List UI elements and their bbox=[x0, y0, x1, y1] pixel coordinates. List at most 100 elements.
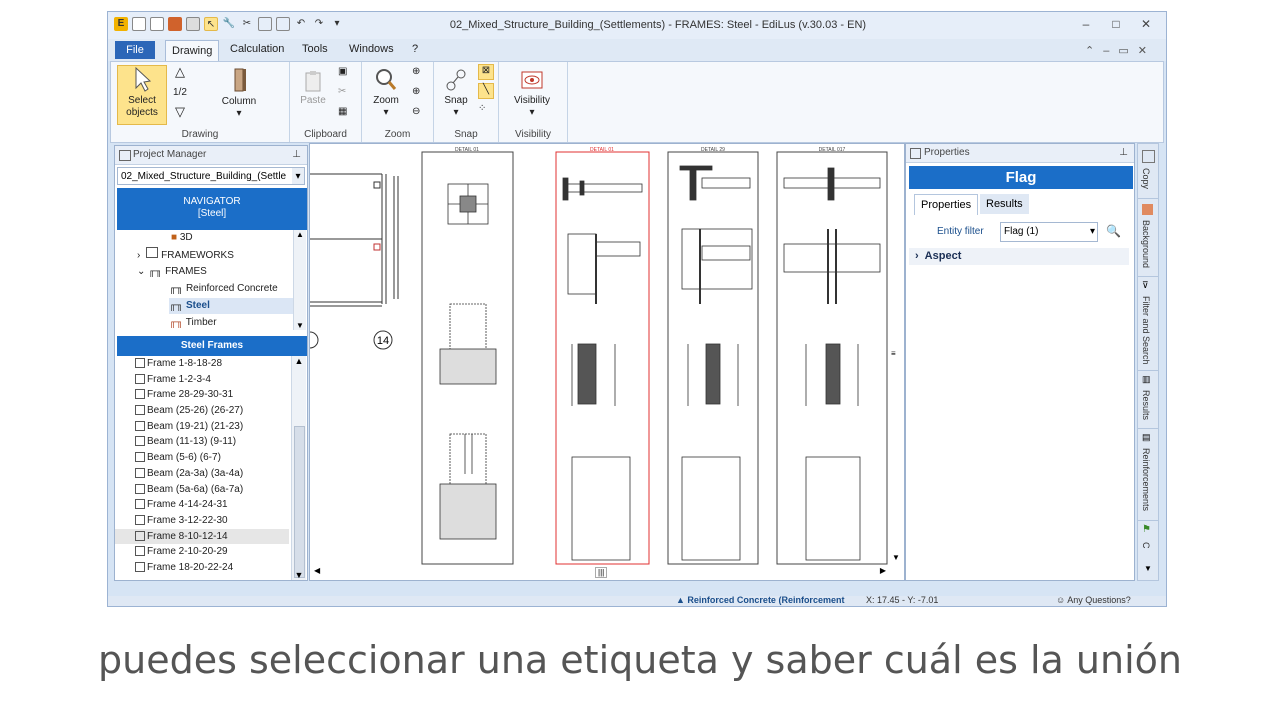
triangle-up-icon[interactable]: △ bbox=[175, 65, 185, 78]
entity-filter-select[interactable]: Flag (1) ▾ bbox=[1000, 222, 1098, 242]
tab-windows[interactable]: Windows bbox=[349, 43, 394, 55]
snap-dots-icon[interactable]: ⁘ bbox=[478, 103, 486, 115]
select-objects-button[interactable]: Select objects bbox=[117, 65, 167, 125]
help-link[interactable]: ☺ Any Questions? bbox=[1056, 595, 1131, 605]
tree-item-reinforced-concrete[interactable]: ╓╖ Reinforced Concrete bbox=[169, 281, 278, 297]
tree-item-timber[interactable]: ╓╖ Timber bbox=[169, 315, 217, 331]
close-button[interactable]: ✕ bbox=[1134, 17, 1158, 31]
pin-icon[interactable]: ⊥ bbox=[1119, 144, 1128, 162]
canvas-horizontal-scrollbar[interactable]: ◀ ||| ▶ bbox=[310, 566, 890, 580]
tree-item-frames[interactable]: ⌄ ╓╖ FRAMES bbox=[137, 264, 207, 280]
results-panel-tab[interactable]: ▥ Results bbox=[1138, 372, 1158, 429]
frame-list-item[interactable]: Frame 4-14-24-31 bbox=[115, 497, 289, 513]
extra-panel-tab[interactable]: ⚑ C ▼ bbox=[1138, 522, 1158, 578]
frame-list-item[interactable]: Beam (5-6) (6-7) bbox=[115, 450, 289, 466]
detail-sheet-2[interactable]: DETAIL 01 bbox=[555, 147, 650, 565]
tab-properties[interactable]: Properties bbox=[914, 194, 979, 215]
project-manager-title: Project Manager bbox=[133, 149, 207, 160]
navigator-header: NAVIGATOR [Steel] bbox=[117, 188, 307, 230]
reinforcements-panel-tab[interactable]: ▤ Reinforcements bbox=[1138, 430, 1158, 521]
search-icon[interactable]: 🔍 bbox=[1106, 224, 1121, 238]
cut-small-icon[interactable]: ✂ bbox=[338, 86, 346, 98]
aspect-section[interactable]: › Aspect bbox=[909, 248, 1129, 265]
tab-calculation[interactable]: Calculation bbox=[230, 43, 284, 55]
tab-tools[interactable]: Tools bbox=[302, 43, 328, 55]
filter-search-panel-tab[interactable]: ⊽ Filter and Search bbox=[1138, 278, 1158, 371]
detail-sheet-1[interactable]: DETAIL 01 bbox=[421, 147, 514, 565]
status-bar: ▲ Reinforced Concrete (Reinforcement X: … bbox=[108, 595, 1166, 606]
open-file-icon[interactable] bbox=[150, 17, 164, 31]
frame-list-item[interactable]: Beam (2a-3a) (3a-4a) bbox=[115, 466, 289, 482]
zoom-out-icon[interactable]: ⊖ bbox=[412, 106, 420, 118]
chevron-down-icon[interactable]: ▾ bbox=[292, 168, 304, 184]
save-icon[interactable] bbox=[168, 17, 182, 31]
zoom-button[interactable]: Zoom ▾ bbox=[370, 68, 402, 119]
undo-icon[interactable]: ↶ bbox=[294, 17, 308, 31]
sheet-3-title: DETAIL 29 bbox=[701, 147, 725, 153]
background-panel-tab[interactable]: Background bbox=[1138, 200, 1158, 277]
redo-icon[interactable]: ↷ bbox=[312, 17, 326, 31]
frame-list-item[interactable]: Beam (5a-6a) (6a-7a) bbox=[115, 482, 289, 498]
navigator-title: NAVIGATOR bbox=[183, 196, 241, 207]
copy-panel-tab[interactable]: Copy bbox=[1138, 146, 1158, 199]
tree-item-steel[interactable]: ╓╖ Steel bbox=[169, 298, 293, 314]
mdi-controls[interactable]: ⌃–▭✕ bbox=[1085, 44, 1156, 57]
clip-small-icon[interactable]: ▦ bbox=[338, 106, 347, 118]
print-icon[interactable] bbox=[186, 17, 200, 31]
snap-grid-icon[interactable]: ⊠ bbox=[478, 64, 494, 80]
frame-list-item[interactable]: Beam (25-26) (26-27) bbox=[115, 403, 289, 419]
frame-list-item[interactable]: Frame 2-10-20-29 bbox=[115, 544, 289, 560]
qat-dropdown-icon[interactable]: ▾ bbox=[330, 17, 344, 31]
frame-icon bbox=[135, 514, 145, 525]
app-logo-icon[interactable]: E bbox=[114, 17, 128, 31]
chevron-right-icon: › bbox=[915, 250, 919, 262]
scroll-down-icon[interactable]: ▼ bbox=[1144, 564, 1152, 573]
frames-scrollbar[interactable]: ▲ ▼ bbox=[291, 356, 306, 580]
background-icon bbox=[1142, 204, 1153, 215]
triangle-down-icon[interactable]: ▽ bbox=[175, 105, 185, 118]
zoom-in-icon[interactable]: ⊕ bbox=[412, 66, 420, 78]
copy-small-icon[interactable]: ▣ bbox=[338, 66, 347, 78]
fraction-button[interactable]: 1/2 bbox=[173, 87, 187, 99]
ribbon-group-visibility: Visibility ▾ Visibility bbox=[499, 62, 568, 142]
frame-list-item[interactable]: Frame 8-10-12-14 bbox=[115, 528, 289, 545]
maximize-button[interactable]: □ bbox=[1104, 17, 1128, 31]
new-file-icon[interactable] bbox=[132, 17, 146, 31]
detail-sheet-4[interactable]: DETAIL 017 bbox=[776, 147, 888, 565]
tab-help[interactable]: ? bbox=[412, 43, 418, 55]
tab-results[interactable]: Results bbox=[980, 194, 1029, 214]
frame-list-item[interactable]: Frame 1-2-3-4 bbox=[115, 372, 289, 388]
cut-icon[interactable]: ✂ bbox=[240, 17, 254, 31]
frame-list-item[interactable]: Frame 1-8-18-28 bbox=[115, 356, 289, 372]
frame-list-item[interactable]: Beam (11-13) (9-11) bbox=[115, 434, 289, 450]
visibility-button[interactable]: Visibility ▾ bbox=[509, 68, 555, 119]
frame-list-item[interactable]: Beam (19-21) (21-23) bbox=[115, 419, 289, 435]
column-button[interactable]: Column ▾ bbox=[215, 67, 263, 120]
project-combo[interactable]: 02_Mixed_Structure_Building_(Settle ▾ bbox=[117, 167, 305, 185]
flag-icon: ⚑ bbox=[1142, 524, 1151, 535]
chevron-down-icon[interactable]: ▾ bbox=[1090, 223, 1095, 241]
tab-drawing[interactable]: Drawing bbox=[165, 40, 220, 62]
drawing-canvas[interactable]: 14 DETAIL 01 DETAIL 01 DETAIL 29 DETAIL … bbox=[309, 143, 905, 581]
zoom-window-icon[interactable]: ⊕ bbox=[412, 86, 420, 98]
minimize-button[interactable]: – bbox=[1074, 17, 1098, 31]
snap-button[interactable]: Snap ▾ bbox=[440, 68, 472, 119]
paste-icon[interactable] bbox=[276, 17, 290, 31]
copy-icon[interactable] bbox=[258, 17, 272, 31]
frame-list-item[interactable]: Frame 18-20-22-24 bbox=[115, 560, 289, 576]
tree-scrollbar[interactable]: ▲ ▼ bbox=[293, 230, 306, 330]
pin-icon[interactable]: ⊥ bbox=[292, 146, 301, 164]
snap-line-icon[interactable]: ╲ bbox=[478, 83, 494, 99]
frame-list-item[interactable]: Frame 3-12-22-30 bbox=[115, 513, 289, 529]
frame-label: Frame 1-2-3-4 bbox=[147, 373, 211, 385]
canvas-vertical-scrollbar[interactable]: ≡ ▼ bbox=[889, 144, 903, 564]
paste-button[interactable]: Paste bbox=[298, 70, 328, 107]
wrench-icon[interactable]: 🔧 bbox=[222, 17, 236, 31]
detail-sheet-3[interactable]: DETAIL 29 bbox=[667, 147, 759, 565]
frame-list-item[interactable]: Frame 28-29-30-31 bbox=[115, 387, 289, 403]
tree-item-frameworks[interactable]: › FRAMEWORKS bbox=[137, 247, 234, 263]
snap-group-label: Snap bbox=[454, 129, 478, 140]
file-menu-button[interactable]: File bbox=[115, 41, 155, 59]
cursor-icon[interactable]: ↖ bbox=[204, 17, 218, 31]
tree-item-3d[interactable]: ■ 3D bbox=[171, 230, 193, 246]
